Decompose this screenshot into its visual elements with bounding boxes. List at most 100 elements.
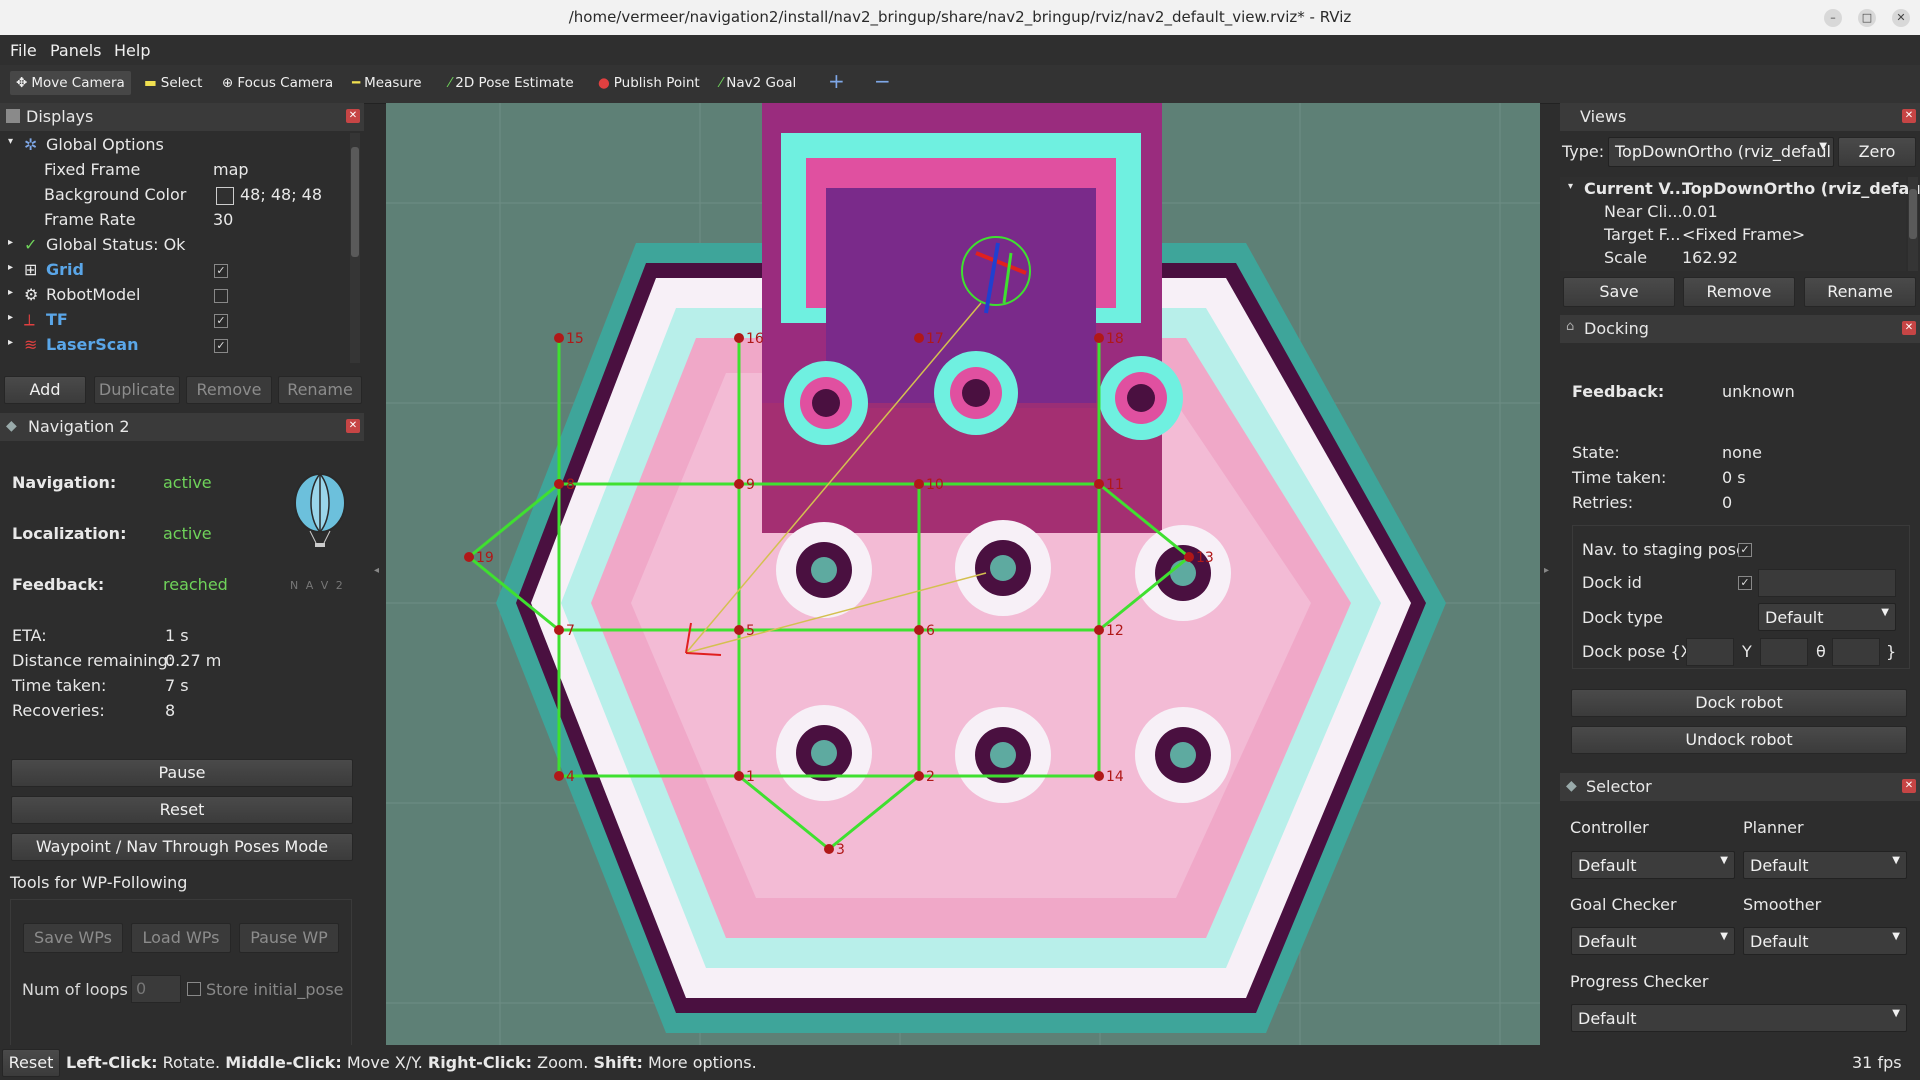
route-node [1094,771,1104,781]
background-color-value[interactable]: 48; 48; 48 [240,185,322,204]
dock-pose-y-input[interactable] [1760,638,1808,666]
chevron-down-icon: ▼ [1881,607,1889,618]
expand-arrow-icon[interactable]: ▸ [8,287,13,298]
waypoint-mode-button[interactable]: Waypoint / Nav Through Poses Mode [11,833,353,861]
dock-robot-button[interactable]: Dock robot [1571,689,1907,717]
docking-feedback-label: Feedback: [1572,382,1665,401]
tool-2d-pose-estimate[interactable]: ⁄ 2D Pose Estimate [449,75,574,91]
tool-measure[interactable]: ━ Measure [352,75,422,91]
duplicate-display-button[interactable]: Duplicate [94,376,180,404]
eta-label: ETA: [12,626,47,645]
rviz-3d-viewport[interactable]: 1 2 3 4 5 6 7 8 9 10 11 12 13 14 15 16 17 18 19 [386,103,1540,1045]
num-loops-input[interactable]: 0 [131,975,181,1003]
expand-arrow-icon[interactable]: ▸ [8,262,13,273]
tree-laser-scan[interactable]: LaserScan [46,335,138,354]
rename-view-button[interactable]: Rename [1804,277,1916,307]
right-collapse-arrow-icon[interactable]: ▸ [1544,565,1549,576]
tool-select[interactable]: ▬ Select [144,75,202,91]
tree-global-options[interactable]: Global Options [46,135,164,154]
maximize-button[interactable]: □ [1858,9,1876,27]
expand-arrow-icon[interactable]: ▸ [8,312,13,323]
displays-scroll-thumb[interactable] [351,147,359,257]
selector-close-icon[interactable]: ✕ [1902,779,1916,793]
tf-checkbox[interactable]: ✓ [214,314,228,328]
controller-label: Controller [1570,818,1649,837]
docking-close-icon[interactable]: ✕ [1902,321,1916,335]
chevron-down-icon: ▼ [1892,1008,1900,1019]
tree-grid[interactable]: Grid [46,260,84,279]
expand-arrow-icon[interactable]: ▸ [8,237,13,248]
close-window-button[interactable]: ✕ [1892,9,1910,27]
dock-pose-x-input[interactable] [1686,638,1734,666]
target-frame-value[interactable]: <Fixed Frame> [1682,225,1805,244]
save-view-button[interactable]: Save [1563,277,1675,307]
nav2-goal-icon: ⁄ [720,75,723,91]
expand-arrow-icon[interactable]: ▸ [8,337,13,348]
navigation2-close-icon[interactable]: ✕ [346,419,360,433]
remove-display-button[interactable]: Remove [186,376,272,404]
menu-file[interactable]: File [10,41,37,60]
fixed-frame-value[interactable]: map [213,160,249,179]
store-initial-pose-checkbox[interactable] [187,982,201,996]
goal-checker-select[interactable]: Default ▼ [1571,927,1735,955]
costmap-render[interactable]: 1 2345 678 9 10 1112131415 16 17 1819 [386,103,1540,1045]
tool-move-camera[interactable]: ✥ Move Camera [10,71,131,95]
route-node [1184,552,1194,562]
color-swatch[interactable] [216,187,234,205]
dock-pose-theta-label: θ [1816,642,1826,661]
menu-panels[interactable]: Panels [50,41,102,60]
tool-nav2-goal[interactable]: ⁄ Nav2 Goal [720,75,796,91]
view-type-select[interactable]: TopDownOrtho (rviz_defaul ▼ [1608,137,1834,167]
planner-select[interactable]: Default ▼ [1743,851,1907,879]
tree-tf[interactable]: TF [46,310,68,329]
remove-tool-button[interactable]: − [874,69,891,93]
tree-global-status[interactable]: Global Status: Ok [46,235,185,254]
chevron-down-icon: ▼ [1819,141,1827,152]
undock-robot-button[interactable]: Undock robot [1571,726,1907,754]
zero-button[interactable]: Zero [1838,137,1916,167]
dock-pose-close-brace: } [1886,642,1897,661]
dock-id-input[interactable] [1758,569,1896,597]
save-wps-button[interactable]: Save WPs [23,923,123,953]
views-close-icon[interactable]: ✕ [1902,109,1916,123]
nav2-logo-text: N A V 2 [290,579,345,592]
add-display-button[interactable]: Add [4,376,86,404]
remove-view-button[interactable]: Remove [1683,277,1795,307]
tree-robot-model[interactable]: RobotModel [46,285,140,304]
staging-pose-checkbox[interactable]: ✓ [1738,543,1752,557]
views-title: Views [1580,107,1627,126]
displays-close-icon[interactable]: ✕ [346,109,360,123]
minimize-button[interactable]: – [1824,9,1842,27]
frame-rate-value[interactable]: 30 [213,210,233,229]
tool-publish-point[interactable]: ● Publish Point [598,75,700,91]
expand-arrow-icon[interactable]: ▾ [8,136,13,147]
controller-select[interactable]: Default ▼ [1571,851,1735,879]
dock-id-checkbox[interactable]: ✓ [1738,576,1752,590]
status-reset-button[interactable]: Reset [2,1049,60,1077]
route-node [554,479,564,489]
views-scroll-thumb[interactable] [1909,189,1917,239]
displays-scrollbar[interactable] [350,133,360,363]
expand-arrow-icon[interactable]: ▾ [1568,181,1573,192]
add-tool-button[interactable]: + [828,69,845,93]
navigation-label: Navigation: [12,473,117,492]
dock-type-select[interactable]: Default ▼ [1758,603,1896,631]
reset-button[interactable]: Reset [11,796,353,824]
smoother-select[interactable]: Default ▼ [1743,927,1907,955]
rename-display-button[interactable]: Rename [278,376,362,404]
dock-id-label: Dock id [1582,573,1642,592]
progress-checker-select[interactable]: Default ▼ [1571,1004,1907,1032]
tool-focus-camera[interactable]: ⊕ Focus Camera [222,75,333,91]
left-collapse-arrow-icon[interactable]: ◂ [374,565,379,576]
pause-wp-button[interactable]: Pause WP [239,923,339,953]
near-clip-value[interactable]: 0.01 [1682,202,1718,221]
robot-model-checkbox[interactable] [214,289,228,303]
load-wps-button[interactable]: Load WPs [131,923,231,953]
laser-scan-checkbox[interactable]: ✓ [214,339,228,353]
menu-help[interactable]: Help [114,41,150,60]
grid-checkbox[interactable]: ✓ [214,264,228,278]
pause-button[interactable]: Pause [11,759,353,787]
views-scrollbar[interactable] [1908,177,1918,271]
dock-pose-theta-input[interactable] [1832,638,1880,666]
scale-value[interactable]: 162.92 [1682,248,1738,267]
